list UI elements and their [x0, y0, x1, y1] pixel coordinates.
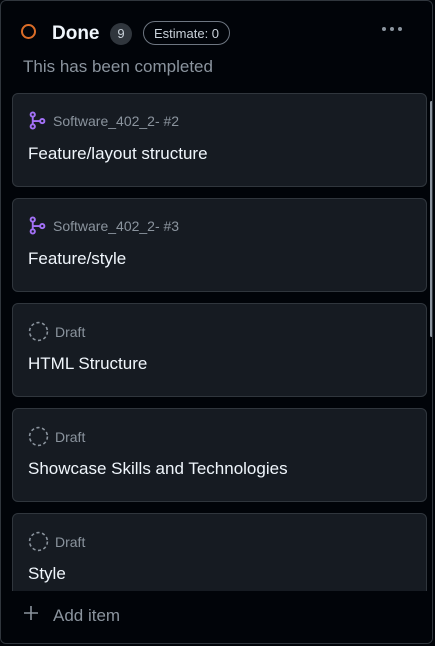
add-item-label: Add item: [53, 605, 121, 625]
card-title[interactable]: Showcase Skills and Technologies: [28, 458, 288, 480]
card-meta: Software_402_2- #2: [28, 111, 179, 130]
git-pr-icon: [28, 111, 47, 130]
more-dot-icon: [398, 27, 402, 31]
estimate-badge: Estimate: 0: [143, 21, 231, 45]
draft-icon: [28, 531, 49, 552]
card-item[interactable]: Software_402_2- #2 Feature/layout struct…: [12, 93, 427, 187]
card-item[interactable]: Draft Showcase Skills and Technologies: [12, 408, 427, 502]
column-title: Done: [52, 23, 100, 44]
column-more-options-button[interactable]: [372, 15, 412, 43]
draft-icon: [28, 426, 49, 447]
item-count-badge: 9: [110, 23, 132, 45]
column-footer: Add item: [1, 593, 432, 643]
card-item[interactable]: Draft HTML Structure: [12, 303, 427, 397]
card-item[interactable]: Draft Style: [12, 513, 427, 591]
card-title[interactable]: Style: [28, 563, 66, 585]
more-dot-icon: [382, 27, 386, 31]
status-circle-icon: [21, 24, 36, 39]
card-title[interactable]: Feature/layout structure: [28, 143, 208, 165]
card-title[interactable]: Feature/style: [28, 248, 126, 270]
column-header: Done 9 Estimate: 0 This has been complet…: [1, 1, 432, 91]
card-meta: Software_402_2- #3: [28, 216, 179, 235]
card-title[interactable]: HTML Structure: [28, 353, 147, 375]
card-type-label: Draft: [55, 323, 86, 340]
card-type-label: Draft: [55, 533, 86, 550]
card-meta: Draft: [28, 426, 85, 447]
card-type-label: Draft: [55, 428, 86, 445]
card-meta: Draft: [28, 531, 85, 552]
card-list-scrollbar[interactable]: [430, 101, 432, 337]
plus-icon: [23, 605, 39, 626]
card-repo-ref[interactable]: Software_402_2- #3: [53, 217, 179, 235]
git-pr-icon: [28, 216, 47, 235]
column-description: This has been completed: [23, 57, 213, 76]
card-meta: Draft: [28, 321, 85, 342]
card-list: Software_402_2- #2 Feature/layout struct…: [1, 93, 432, 591]
card-repo-ref[interactable]: Software_402_2- #2: [53, 112, 179, 130]
more-dot-icon: [390, 27, 394, 31]
add-item-button[interactable]: Add item: [23, 605, 120, 626]
draft-icon: [28, 321, 49, 342]
card-item[interactable]: Software_402_2- #3 Feature/style: [12, 198, 427, 292]
board-column-done: Done 9 Estimate: 0 This has been complet…: [0, 0, 433, 644]
